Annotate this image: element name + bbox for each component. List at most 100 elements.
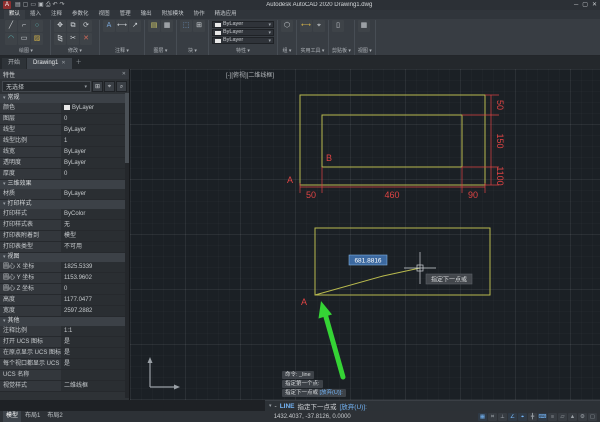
section-header-0[interactable]: ▾ 常规 — [0, 94, 129, 103]
save-icon[interactable]: ▣ — [38, 0, 44, 10]
polyline-icon[interactable]: ⌐ — [18, 20, 30, 32]
autocad-logo-icon[interactable]: A — [3, 1, 11, 9]
maximize-icon[interactable]: ▢ — [582, 0, 588, 10]
workspace-icon[interactable]: ⚙ — [578, 412, 587, 421]
property-value[interactable]: ByLayer — [61, 189, 129, 199]
ribbon-tab-7[interactable]: 附加模块 — [157, 10, 189, 19]
create-block-icon[interactable]: ⊞ — [193, 20, 205, 32]
ribbon-tab-6[interactable]: 输出 — [136, 10, 157, 19]
circle-icon[interactable]: ○ — [31, 20, 43, 32]
open-file-icon[interactable]: ▭ — [30, 0, 36, 10]
app-menu-icon[interactable]: ▤ — [15, 0, 21, 10]
ribbon-tab-4[interactable]: 视图 — [94, 10, 115, 19]
property-value[interactable]: 0 — [61, 284, 129, 294]
mirror-icon[interactable]: ⧎ — [54, 33, 66, 45]
line-in-progress[interactable] — [314, 267, 421, 296]
text-icon[interactable]: A — [103, 20, 115, 32]
property-value[interactable]: ByColor — [61, 209, 129, 219]
section-header-2[interactable]: ▾ 打印样式 — [0, 200, 129, 209]
group-icon[interactable]: ⬡ — [281, 20, 293, 32]
section-header-3[interactable]: ▾ 视图 — [0, 253, 129, 262]
view-icon[interactable]: ▦ — [358, 20, 370, 32]
insert-block-icon[interactable]: ⬚ — [180, 20, 192, 32]
new-drawing-button[interactable]: ＋ — [73, 58, 85, 69]
close-panel-icon[interactable]: ✕ — [122, 71, 126, 77]
id-point-icon[interactable]: ⌖ — [313, 20, 325, 32]
property-value[interactable] — [61, 370, 129, 380]
prompt-option[interactable]: [放弃(U)]: — [320, 390, 343, 396]
polar-tracking-icon[interactable]: ∠ — [508, 412, 517, 421]
snap-icon[interactable]: ⌗ — [488, 412, 497, 421]
ribbon-tab-1[interactable]: 插入 — [25, 10, 46, 19]
move-icon[interactable]: ✥ — [54, 20, 66, 32]
section-header-4[interactable]: ▾ 其他 — [0, 317, 129, 326]
layer-properties-icon[interactable]: ▤ — [148, 20, 160, 32]
hatch-icon[interactable]: ▨ — [31, 33, 43, 45]
bottom-figure[interactable]: A 681.8816 指定下一点或 — [301, 227, 491, 307]
tab-drawing1[interactable]: Drawing1 ✕ — [27, 58, 72, 69]
layout-tab-2[interactable]: 布局2 — [44, 411, 65, 422]
quick-select-icon[interactable]: ⌕ — [116, 81, 127, 92]
property-value[interactable]: ByLayer — [61, 103, 129, 113]
layout-tab-1[interactable]: 布局1 — [22, 411, 43, 422]
property-value[interactable]: 1 — [61, 136, 129, 146]
ribbon-tab-2[interactable]: 注释 — [46, 10, 67, 19]
bylayer-dropdown-1[interactable]: ByLayer ▾ — [212, 29, 274, 36]
bylayer-dropdown-0[interactable]: ByLayer ▾ — [212, 21, 274, 28]
property-value[interactable]: 0 — [61, 169, 129, 179]
osnap-icon[interactable]: ⌖ — [518, 412, 527, 421]
close-icon[interactable]: ✕ — [592, 0, 597, 10]
section-header-1[interactable]: ▾ 三维效果 — [0, 180, 129, 189]
scrollbar-thumb[interactable] — [125, 93, 129, 163]
grid-icon[interactable]: ▦ — [478, 412, 487, 421]
paste-icon[interactable]: ▯ — [332, 20, 344, 32]
property-value[interactable]: 二维线框 — [61, 381, 129, 391]
property-value[interactable]: ByLayer — [61, 125, 129, 135]
redo-icon[interactable]: ↷ — [60, 0, 65, 10]
arc-icon[interactable]: ◠ — [5, 33, 17, 45]
ribbon-tab-9[interactable]: 精选应用 — [210, 10, 242, 19]
property-value[interactable]: ByLayer — [61, 147, 129, 157]
copy-icon[interactable]: ⧉ — [67, 20, 79, 32]
drawing-canvas[interactable]: [-][俯视][二维线框] 50 460 90 50 150 1100 A B … — [130, 69, 600, 400]
property-value[interactable]: 1:1 — [61, 326, 129, 336]
property-value[interactable]: 0 — [61, 114, 129, 124]
undo-icon[interactable]: ↶ — [53, 0, 58, 10]
property-value[interactable]: 是 — [61, 348, 129, 358]
layer-list-icon[interactable]: ▦ — [161, 20, 173, 32]
inner-rectangle[interactable] — [321, 114, 463, 168]
minimize-icon[interactable]: ─ — [574, 0, 578, 10]
bylayer-dropdown-2[interactable]: ByLayer ▾ — [212, 37, 274, 44]
toggle-pickadd-icon[interactable]: ⊞ — [92, 81, 103, 92]
dynamic-input-value[interactable]: 681.8816 — [348, 254, 388, 266]
new-file-icon[interactable]: ▢ — [23, 0, 29, 10]
property-value[interactable]: 不可用 — [61, 242, 129, 252]
tab-start[interactable]: 开始 — [2, 58, 27, 69]
close-tab-icon[interactable]: ✕ — [61, 58, 65, 69]
command-option[interactable]: [放弃(U)]: — [340, 401, 367, 411]
property-value[interactable]: 模型 — [61, 231, 129, 241]
property-value[interactable]: 是 — [61, 337, 129, 347]
layout-tab-0[interactable]: 模型 — [3, 411, 22, 422]
scrollbar[interactable] — [125, 93, 129, 398]
ribbon-tab-5[interactable]: 管理 — [115, 10, 136, 19]
dimension-icon[interactable]: ⟷ — [116, 20, 128, 32]
leader-icon[interactable]: ↗ — [129, 20, 141, 32]
property-value[interactable]: 2597.2882 — [61, 306, 129, 316]
selection-dropdown[interactable]: 无选择 ▾ — [2, 81, 91, 92]
property-value[interactable]: 1153.9602 — [61, 273, 129, 283]
outer-rectangle[interactable] — [299, 94, 486, 186]
transparency-icon[interactable]: ▱ — [558, 412, 567, 421]
top-figure[interactable]: 50 460 90 50 150 1100 A B — [287, 94, 505, 200]
ribbon-tab-0[interactable]: 默认 — [4, 10, 26, 19]
ribbon-tab-3[interactable]: 参数化 — [67, 10, 94, 19]
rotate-icon[interactable]: ⟳ — [80, 20, 92, 32]
command-input[interactable]: ▾ - LINE 指定下一点或 [放弃(U)]: — [265, 400, 600, 411]
line-icon[interactable]: ╱ — [5, 20, 17, 32]
trim-icon[interactable]: ✂ — [67, 33, 79, 45]
ribbon-tab-8[interactable]: 协作 — [189, 10, 210, 19]
select-objects-icon[interactable]: ⌖ — [104, 81, 115, 92]
property-value[interactable]: 1177.0477 — [61, 295, 129, 305]
object-snap-tracking-icon[interactable]: ╋ — [528, 412, 537, 421]
annotation-scale-icon[interactable]: ▲ — [568, 412, 577, 421]
